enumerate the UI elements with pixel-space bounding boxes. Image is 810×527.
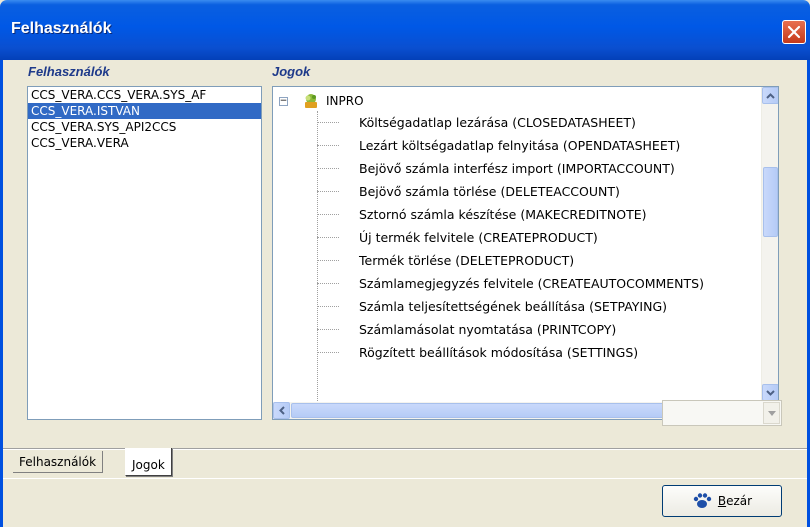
rights-panel-label: Jogok	[272, 64, 311, 79]
right-item-label: Számla teljesítettségének beállítása (SE…	[359, 299, 668, 314]
chevron-left-icon	[278, 406, 285, 415]
right-item-label: Termék törlése (DELETEPRODUCT)	[359, 253, 575, 268]
right-item[interactable]: Számlamegjegyzés felvitele (CREATEAUTOCO…	[317, 272, 704, 295]
chevron-down-icon	[767, 410, 776, 416]
right-item[interactable]: Bejövő számla törlése (DELETEACCOUNT)	[317, 180, 620, 203]
tab-felhasznalok[interactable]: Felhasználók	[13, 451, 104, 473]
right-item-label: Rögzített beállítások módosítása (SETTIN…	[359, 345, 639, 360]
tree-root-label: INPRO	[326, 94, 364, 108]
close-button-accelerator: B	[717, 494, 727, 508]
right-item[interactable]: Számla teljesítettségének beállítása (SE…	[317, 295, 667, 318]
chevron-up-icon	[766, 92, 775, 99]
right-item[interactable]: Költségadatlap lezárása (CLOSEDATASHEET)	[317, 111, 636, 134]
paw-icon	[693, 493, 712, 508]
inpro-app-icon	[305, 94, 317, 108]
scroll-left-button[interactable]	[273, 402, 290, 419]
title-bar[interactable]: Felhasználók	[0, 0, 810, 60]
close-button-label-rest: ezár	[726, 494, 753, 508]
right-item-label: Lezárt költségadatlap felnyitása (OPENDA…	[359, 138, 681, 153]
right-item[interactable]: Új termék felvitele (CREATEPRODUCT)	[317, 226, 598, 249]
right-item-label: Bejövő számla törlése (DELETEACCOUNT)	[359, 184, 620, 199]
users-panel-label: Felhasználók	[28, 64, 110, 79]
right-item-label: Új termék felvitele (CREATEPRODUCT)	[359, 230, 598, 245]
right-item[interactable]: Termék törlése (DELETEPRODUCT)	[317, 249, 574, 272]
users-listbox[interactable]: CCS_VERA.CCS_VERA.SYS_AF CCS_VERA.ISTVAN…	[27, 86, 262, 420]
window-title: Felhasználók	[11, 20, 112, 37]
scroll-down-button[interactable]	[762, 384, 778, 401]
right-item[interactable]: Sztornó számla készítése (MAKECREDITNOTE…	[317, 203, 647, 226]
divider	[3, 449, 807, 450]
right-item-label: Bejövő számla interfész import (IMPORTAC…	[359, 161, 675, 176]
vertical-scrollbar[interactable]	[761, 87, 778, 401]
user-list-item[interactable]: CCS_VERA.CCS_VERA.SYS_AF	[28, 87, 261, 103]
user-list-item-selected[interactable]: CCS_VERA.ISTVAN	[28, 103, 261, 119]
window-close-button[interactable]	[782, 20, 806, 44]
tab-jogok[interactable]: Jogok	[125, 448, 172, 476]
right-item-label: Költségadatlap lezárása (CLOSEDATASHEET)	[359, 115, 636, 130]
right-item[interactable]: Lezárt költségadatlap felnyitása (OPENDA…	[317, 134, 680, 157]
filter-combo[interactable]	[662, 400, 782, 426]
user-list-item[interactable]: CCS_VERA.SYS_API2CCS	[28, 119, 261, 135]
user-list-item[interactable]: CCS_VERA.VERA	[28, 135, 261, 151]
window-content: Felhasználók Jogok CCS_VERA.CCS_VERA.SYS…	[0, 60, 810, 527]
collapse-toggle[interactable]: −	[279, 96, 288, 106]
right-item-label: Számlamegjegyzés felvitele (CREATEAUTOCO…	[359, 276, 704, 291]
combo-dropdown-button[interactable]	[763, 402, 780, 424]
right-item[interactable]: Bejövő számla interfész import (IMPORTAC…	[317, 157, 675, 180]
close-icon	[787, 25, 801, 39]
scroll-up-button[interactable]	[762, 87, 778, 104]
tree-root-node[interactable]: − INPRO	[279, 92, 364, 110]
right-item[interactable]: Számlamásolat nyomtatása (PRINTCOPY)	[317, 318, 616, 341]
right-item[interactable]: Rögzített beállítások módosítása (SETTIN…	[317, 341, 638, 364]
right-item-label: Számlamásolat nyomtatása (PRINTCOPY)	[359, 322, 617, 337]
rights-tree[interactable]: − INPRO Költségadatlap lezárása (CLOSEDA…	[272, 86, 779, 420]
vertical-scroll-thumb[interactable]	[763, 167, 778, 237]
chevron-down-icon	[766, 389, 775, 396]
divider	[3, 478, 807, 479]
close-button[interactable]: Bezár	[662, 485, 782, 517]
bottom-bar: Felhasználók Jogok Bezár	[3, 448, 807, 527]
close-button-label: Bezár	[718, 494, 752, 508]
right-item-label: Sztornó számla készítése (MAKECREDITNOTE…	[359, 207, 647, 222]
